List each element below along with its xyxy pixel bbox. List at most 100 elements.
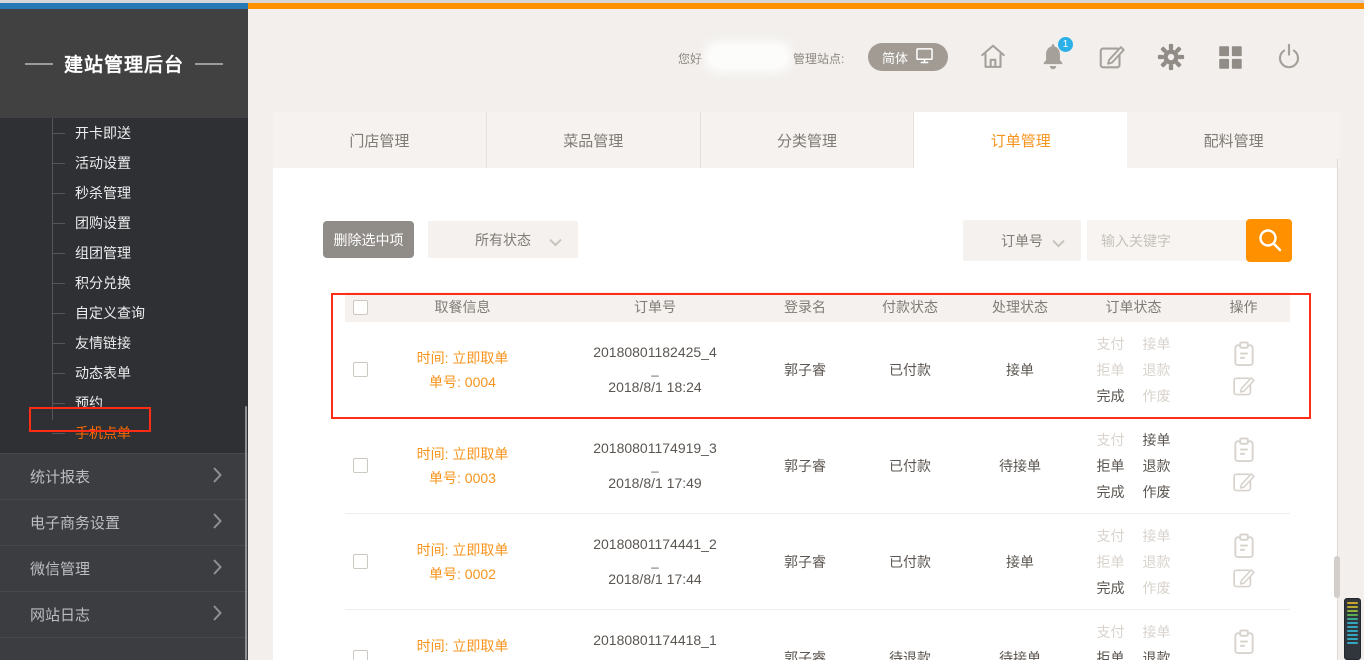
notification-badge: 1 <box>1058 37 1073 52</box>
power-logout-icon[interactable] <box>1274 42 1304 72</box>
action-accept[interactable]: 接单 <box>1143 523 1171 549</box>
tab-dish-management[interactable]: 菜品管理 <box>487 112 701 168</box>
action-void[interactable]: 作废 <box>1143 575 1171 601</box>
action-pay[interactable]: 支付 <box>1097 427 1125 453</box>
action-refund[interactable]: 退款 <box>1143 549 1171 575</box>
sidebar-item-custom-query[interactable]: 自定义查询 <box>0 298 248 328</box>
order-date: 2018/8/1 17:49 <box>550 472 760 494</box>
sidebar-item-flash-sale[interactable]: 秒杀管理 <box>0 178 248 208</box>
search-input[interactable] <box>1087 220 1246 261</box>
edit-compose-icon[interactable] <box>1097 42 1127 72</box>
order-detail-icon[interactable] <box>1232 437 1256 463</box>
notifications-bell-icon[interactable]: 1 <box>1038 42 1068 72</box>
edit-order-icon[interactable] <box>1232 470 1256 494</box>
sidebar-item-group-management[interactable]: 组团管理 <box>0 238 248 268</box>
action-reject[interactable]: 拒单 <box>1097 357 1125 383</box>
action-pay[interactable]: 支付 <box>1097 619 1125 645</box>
monitor-icon <box>915 47 934 67</box>
overlay-widget <box>1344 598 1361 660</box>
widget-stripe <box>1347 614 1358 616</box>
sidebar-item-activity-settings[interactable]: 活动设置 <box>0 148 248 178</box>
pickup-number: 单号: 0003 <box>375 466 550 490</box>
order-id: 20180801174919_3 <box>550 437 760 459</box>
widget-stripe <box>1347 634 1358 636</box>
delete-selected-button[interactable]: 删除选中项 <box>323 221 414 258</box>
order-detail-icon[interactable] <box>1232 533 1256 559</box>
action-reject[interactable]: 拒单 <box>1097 645 1125 660</box>
apps-grid-icon[interactable] <box>1215 42 1245 72</box>
row-checkbox[interactable] <box>353 458 368 473</box>
sidebar-item-mobile-ordering[interactable]: 手机点单 <box>0 418 248 448</box>
action-complete[interactable]: 完成 <box>1097 575 1125 601</box>
panel-scrollbar-thumb[interactable] <box>1334 556 1340 598</box>
edit-order-icon[interactable] <box>1232 566 1256 590</box>
sidebar-section-site-logs[interactable]: 网站日志 <box>0 591 248 637</box>
sidebar-section-ecommerce[interactable]: 电子商务设置 <box>0 499 248 545</box>
action-pay[interactable]: 支付 <box>1097 331 1125 357</box>
action-refund[interactable]: 退款 <box>1143 645 1171 660</box>
search-button[interactable] <box>1246 219 1292 262</box>
chevron-right-icon <box>213 559 222 579</box>
table-row: 时间: 立即取单 20180801174418_1 _ 郭子睿 待退款 待接单 … <box>345 610 1290 660</box>
col-login-name: 登录名 <box>760 297 850 317</box>
row-checkbox[interactable] <box>353 554 368 569</box>
action-complete[interactable]: 完成 <box>1097 383 1125 409</box>
order-date: 2018/8/1 18:24 <box>550 376 760 398</box>
status-filter-dropdown[interactable]: 所有状态 <box>428 221 578 258</box>
settings-gear-icon[interactable] <box>1156 42 1186 72</box>
search-icon <box>1256 226 1283 256</box>
sidebar-section-label: 电子商务设置 <box>30 512 120 533</box>
action-refund[interactable]: 退款 <box>1143 357 1171 383</box>
widget-stripe <box>1347 626 1358 628</box>
edit-order-icon[interactable] <box>1232 374 1256 398</box>
search-type-dropdown[interactable]: 订单号 <box>963 220 1081 261</box>
widget-stripe <box>1347 642 1358 644</box>
sidebar-scrollbar-thumb[interactable] <box>245 406 247 660</box>
order-detail-icon[interactable] <box>1232 629 1256 655</box>
content-panel: 删除选中项 所有状态 订单号 取餐信 <box>273 168 1337 660</box>
widget-stripe <box>1347 602 1358 604</box>
row-checkbox[interactable] <box>353 650 368 660</box>
sidebar: 建站管理后台 开卡即送 活动设置 秒杀管理 团购设置 组团管理 积分兑换 自定义… <box>0 9 248 660</box>
process-status: 待接单 <box>970 648 1070 660</box>
payment-status: 已付款 <box>850 552 970 572</box>
order-detail-icon[interactable] <box>1232 341 1256 367</box>
tab-store-management[interactable]: 门店管理 <box>273 112 487 168</box>
tab-order-management[interactable]: 订单管理 <box>914 112 1127 168</box>
row-checkbox[interactable] <box>353 362 368 377</box>
action-reject[interactable]: 拒单 <box>1097 453 1125 479</box>
sidebar-item-reservation[interactable]: 预约 <box>0 388 248 418</box>
sidebar-section-label: 统计报表 <box>30 466 90 487</box>
col-order-number: 订单号 <box>550 297 760 317</box>
table-header-row: 取餐信息 订单号 登录名 付款状态 处理状态 订单状态 操作 <box>345 292 1290 322</box>
chevron-right-icon <box>213 605 222 625</box>
sidebar-section-statistics[interactable]: 统计报表 <box>0 453 248 499</box>
order-id: 20180801174441_2 <box>550 533 760 555</box>
action-complete[interactable]: 完成 <box>1097 479 1125 505</box>
sidebar-section-wechat[interactable]: 微信管理 <box>0 545 248 591</box>
action-refund[interactable]: 退款 <box>1143 453 1171 479</box>
title-dash-right <box>195 63 223 65</box>
sidebar-item-group-buy-settings[interactable]: 团购设置 <box>0 208 248 238</box>
action-accept[interactable]: 接单 <box>1143 619 1171 645</box>
col-order-status: 订单状态 <box>1070 297 1197 317</box>
sidebar-item-points-exchange[interactable]: 积分兑换 <box>0 268 248 298</box>
sidebar-section-label: 网站日志 <box>30 604 90 625</box>
tab-ingredient-management[interactable]: 配料管理 <box>1127 112 1340 168</box>
action-reject[interactable]: 拒单 <box>1097 549 1125 575</box>
home-icon[interactable] <box>978 42 1008 72</box>
action-pay[interactable]: 支付 <box>1097 523 1125 549</box>
sidebar-item-dynamic-forms[interactable]: 动态表单 <box>0 358 248 388</box>
chevron-right-icon <box>213 513 222 533</box>
payment-status: 已付款 <box>850 456 970 476</box>
action-accept[interactable]: 接单 <box>1143 331 1171 357</box>
action-void[interactable]: 作废 <box>1143 383 1171 409</box>
tab-category-management[interactable]: 分类管理 <box>701 112 915 168</box>
action-accept[interactable]: 接单 <box>1143 427 1171 453</box>
pickup-time: 时间: 立即取单 <box>375 538 550 562</box>
sidebar-item-friend-links[interactable]: 友情链接 <box>0 328 248 358</box>
action-void[interactable]: 作废 <box>1143 479 1171 505</box>
language-switch-button[interactable]: 简体 <box>868 43 948 71</box>
sidebar-item-open-card-gift[interactable]: 开卡即送 <box>0 118 248 148</box>
select-all-checkbox[interactable] <box>353 300 368 315</box>
